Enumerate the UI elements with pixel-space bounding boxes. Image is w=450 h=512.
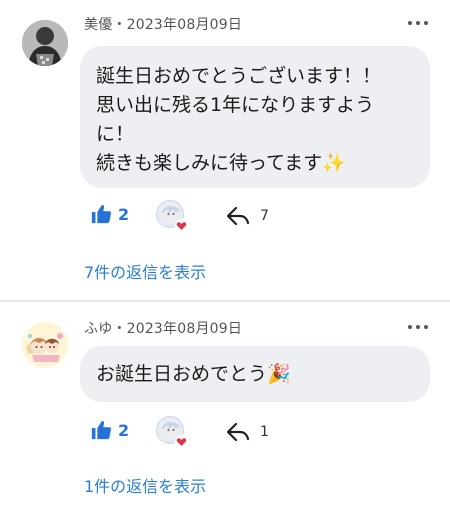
like-count: 2 (118, 204, 130, 224)
comment-meta: 美優・2023年08月09日 (84, 14, 242, 34)
heart-icon (175, 219, 188, 232)
avatar-photo (22, 20, 68, 66)
meta-separator: ・ (112, 321, 127, 337)
reply-arrow-icon (226, 422, 250, 442)
thumbs-up-icon (91, 420, 112, 440)
comment-1: 美優・2023年08月09日 誕生日おめでとうございます！！ 思い出に残る1年に… (0, 0, 450, 300)
reactor-avatar[interactable] (156, 416, 188, 448)
comment-actions: 2 1 (90, 416, 390, 448)
author-name[interactable]: ふゆ (84, 321, 112, 337)
comment-text-line: 誕生日おめでとうございます！！ (96, 65, 382, 87)
share-count: 1 (260, 424, 269, 440)
share-button[interactable]: 1 (226, 420, 269, 444)
heart-icon (175, 435, 188, 448)
user-avatar[interactable] (22, 20, 68, 66)
view-replies-link[interactable]: 1件の返信を表示 (84, 473, 206, 497)
author-name[interactable]: 美優 (84, 17, 112, 33)
user-avatar[interactable] (22, 322, 68, 368)
reactor-avatar[interactable] (156, 200, 188, 232)
more-options-icon[interactable] (408, 320, 428, 334)
comment-meta: ふゆ・2023年08月09日 (84, 318, 242, 338)
reply-arrow-icon (226, 206, 250, 226)
comment-date: 2023年08月09日 (126, 17, 243, 33)
comment-2: ふゆ・2023年08月09日 お誕生日おめでとう🎉 2 1 1件の返信を表示 (0, 302, 450, 512)
comment-text-line: 思い出に残る1年になりますよう (96, 94, 375, 116)
meta-separator: ・ (112, 17, 127, 33)
thumbs-up-icon (91, 204, 112, 224)
comment-bubble: 誕生日おめでとうございます！！ 思い出に残る1年になりますよう に！ 続きも楽し… (80, 46, 430, 188)
like-button[interactable]: 2 (90, 202, 129, 226)
like-count: 2 (118, 420, 130, 440)
comment-text-line: お誕生日おめでとう🎉 (96, 363, 291, 385)
like-button[interactable]: 2 (90, 418, 129, 442)
view-replies-link[interactable]: 7件の返信を表示 (84, 259, 206, 283)
avatar-illustration (22, 322, 68, 368)
comment-date: 2023年08月09日 (126, 321, 243, 337)
comment-text-line: に！ (96, 123, 135, 145)
comment-text-line: 続きも楽しみに待ってます✨ (96, 152, 346, 174)
comment-actions: 2 7 (90, 200, 390, 232)
share-button[interactable]: 7 (226, 204, 269, 228)
comment-bubble: お誕生日おめでとう🎉 (80, 346, 430, 402)
share-count: 7 (260, 208, 269, 224)
more-options-icon[interactable] (408, 16, 428, 30)
